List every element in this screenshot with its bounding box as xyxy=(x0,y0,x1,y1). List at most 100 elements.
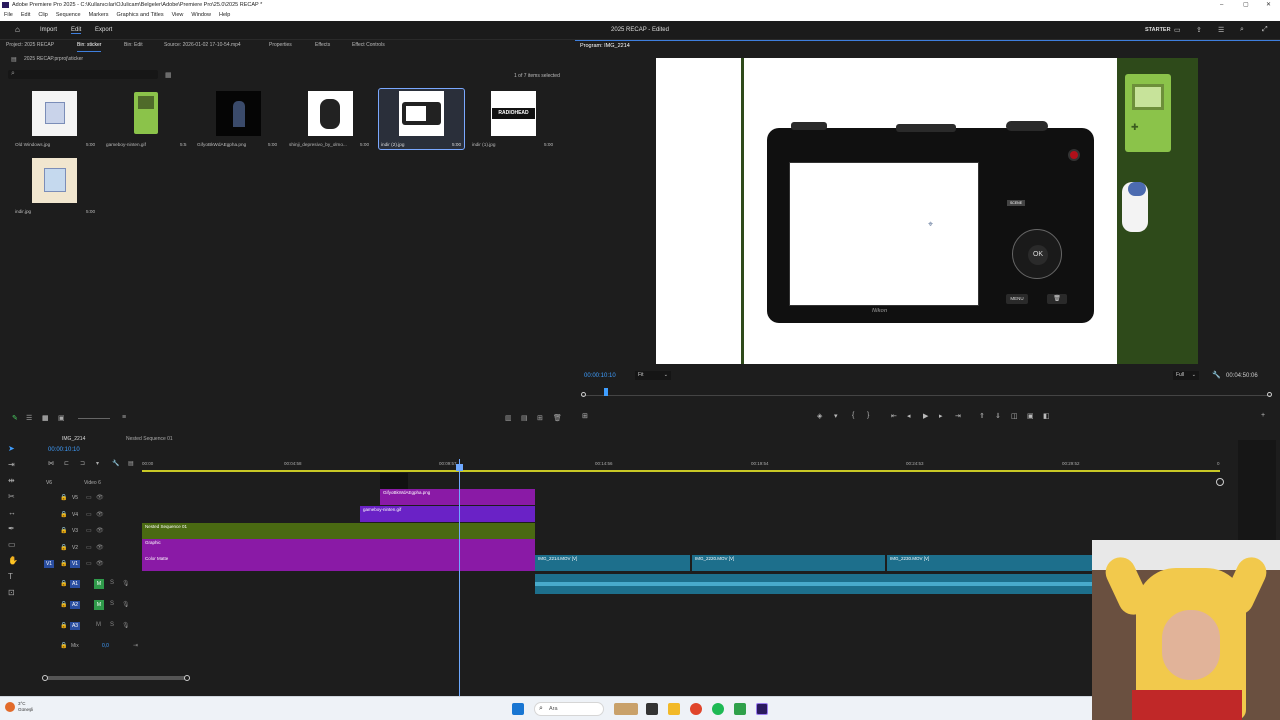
export-frame-icon[interactable]: ◫ xyxy=(1011,412,1018,420)
add-marker-icon[interactable]: ▾ xyxy=(96,460,99,467)
pen-tool-icon[interactable]: ✒ xyxy=(8,524,15,533)
lock-icon[interactable]: 🔒 xyxy=(60,511,67,518)
wrench-icon[interactable]: 🔧 xyxy=(1212,371,1221,379)
menu-view[interactable]: View xyxy=(172,10,184,21)
pencil-icon[interactable]: ✎ xyxy=(12,414,18,422)
mute-button[interactable]: M xyxy=(94,600,104,610)
sync-icon[interactable]: ▭ xyxy=(86,527,92,534)
lock-icon[interactable]: 🔒 xyxy=(60,601,67,608)
play-icon[interactable]: ▶ xyxy=(923,412,928,420)
eye-icon[interactable]: 👁 xyxy=(96,511,104,518)
close-icon[interactable]: ✕ xyxy=(1266,0,1271,10)
bin-search-input[interactable]: ⌕ xyxy=(8,70,158,79)
type-tool-icon[interactable]: T xyxy=(8,572,13,581)
go-to-in-icon[interactable]: ⇤ xyxy=(891,412,897,420)
track-id[interactable]: V1 xyxy=(70,560,80,568)
new-bin-icon[interactable]: ▤ xyxy=(521,414,528,422)
tab-bin-edit[interactable]: Bin: Edit xyxy=(124,40,143,51)
out-handle[interactable] xyxy=(1267,392,1272,397)
sync-icon[interactable]: ▭ xyxy=(86,544,92,551)
mic-icon[interactable]: 🎙 xyxy=(122,580,130,587)
thumb-shinji[interactable] xyxy=(308,91,353,136)
settings-icon[interactable]: 🔧 xyxy=(112,460,119,467)
clip-color-matte[interactable]: Color Matte xyxy=(142,555,535,571)
tab-effects[interactable]: Effects xyxy=(315,40,330,51)
layout-icon[interactable]: ▭ xyxy=(1174,26,1181,34)
scroll-end-handle[interactable] xyxy=(184,675,190,681)
clip-img2230[interactable]: IMG_2230.MOV [V] xyxy=(887,555,1092,571)
trash-icon[interactable]: 🗑 xyxy=(553,414,562,422)
lock-icon[interactable]: 🔒 xyxy=(60,494,67,501)
freeform-view-icon[interactable]: ▣ xyxy=(58,414,65,422)
lock-icon[interactable]: 🔒 xyxy=(60,560,67,567)
track-select-icon[interactable]: ⇥ xyxy=(8,460,15,469)
tab-properties[interactable]: Properties xyxy=(269,40,292,51)
icon-view-icon[interactable]: ▦ xyxy=(42,414,49,422)
automate-icon[interactable]: ▥ xyxy=(505,414,512,422)
spotify-icon[interactable] xyxy=(712,703,724,715)
weather-widget[interactable]: 3°C Güneşli xyxy=(18,701,33,713)
solo-icon[interactable]: S xyxy=(110,601,114,607)
menu-edit[interactable]: Edit xyxy=(21,10,30,21)
lock-icon[interactable]: 🔒 xyxy=(60,622,67,629)
eye-icon[interactable]: 👁 xyxy=(96,544,104,551)
marker-icon[interactable]: ◈ xyxy=(817,412,822,420)
captions-icon[interactable]: ▤ xyxy=(128,460,134,467)
clip-nested-sequence[interactable]: Nested Sequence 01 xyxy=(142,523,535,539)
timeline-timecode[interactable]: 00:00:10:10 xyxy=(48,447,80,453)
go-to-out-icon[interactable]: ⇥ xyxy=(955,412,961,420)
end-icon[interactable]: ⇥ xyxy=(133,642,138,649)
rectangle-tool-icon[interactable]: ▭ xyxy=(8,540,16,549)
program-timecode[interactable]: 00:00:10:10 xyxy=(584,373,616,379)
slip-tool-icon[interactable]: ↔ xyxy=(8,508,16,517)
hand-tool-icon[interactable]: ✋ xyxy=(8,556,18,565)
mute-icon[interactable]: M xyxy=(96,622,101,628)
new-item-icon[interactable]: ⊞ xyxy=(537,414,543,422)
clip-gify[interactable]: GifyoBkWdAEgpha.png xyxy=(380,489,535,505)
video-frame[interactable]: ✚ ⌖ SCENE OK MENU 🗑 Nikon xyxy=(656,58,1198,364)
eye-icon[interactable]: 👁 xyxy=(96,560,104,567)
clip-img2214[interactable]: IMG_2214.MOV [V] xyxy=(535,555,690,571)
razor-icon[interactable]: ✂ xyxy=(8,492,15,501)
menu-file[interactable]: File xyxy=(4,10,13,21)
mic-icon[interactable]: 🎙 xyxy=(122,601,130,608)
list-view-icon[interactable]: ☰ xyxy=(26,414,32,422)
mix-value[interactable]: 0,0 xyxy=(102,643,109,649)
tab-effect-controls[interactable]: Effect Controls xyxy=(352,40,385,51)
mic-icon[interactable]: 🎙 xyxy=(122,622,130,629)
file-explorer-icon[interactable] xyxy=(668,703,680,715)
sync-icon[interactable]: ▭ xyxy=(86,511,92,518)
in-handle[interactable] xyxy=(581,392,586,397)
vertical-zoom-handle[interactable] xyxy=(1216,478,1224,486)
solo-icon[interactable]: S xyxy=(110,622,114,628)
timeline-scrollbar[interactable] xyxy=(42,675,190,681)
eye-icon[interactable]: 👁 xyxy=(96,527,104,534)
source-patch[interactable]: V1 xyxy=(44,560,54,568)
minimize-icon[interactable]: – xyxy=(1220,0,1223,10)
tab-sequence-img2214[interactable]: IMG_2214 xyxy=(62,436,85,442)
clip-img2220[interactable]: IMG_2220.MOV [V] xyxy=(692,555,885,571)
tab-source[interactable]: Source: 2026-01-02 17-10-54.mp4 xyxy=(164,40,241,51)
thumb-indir[interactable] xyxy=(32,158,77,203)
sync-icon[interactable]: ▭ xyxy=(86,494,92,501)
menu-sequence[interactable]: Sequence xyxy=(56,10,81,21)
playhead-handle[interactable] xyxy=(456,464,463,471)
fullscreen-icon[interactable]: ⤢ xyxy=(1262,26,1268,34)
mark-out-icon[interactable]: } xyxy=(867,412,869,419)
app-icon[interactable] xyxy=(734,703,746,715)
step-forward-icon[interactable]: ▸ xyxy=(939,412,943,420)
clip-graphic[interactable]: Graphic xyxy=(142,539,535,555)
menu-clip[interactable]: Clip xyxy=(38,10,47,21)
timeline-ruler[interactable]: 00:00 00:04:58 00:09:57 00:14:56 00:19:5… xyxy=(142,459,1220,475)
start-icon[interactable] xyxy=(512,703,524,715)
sort-icon[interactable]: ≡ xyxy=(122,414,126,421)
add-button-icon[interactable]: + xyxy=(1261,412,1265,419)
lock-icon[interactable]: 🔒 xyxy=(60,580,67,587)
scroll-start-handle[interactable] xyxy=(42,675,48,681)
menu-help[interactable]: Help xyxy=(219,10,230,21)
sync-icon[interactable]: ▭ xyxy=(86,560,92,567)
menu-graphics[interactable]: Graphics and Titles xyxy=(117,10,164,21)
eye-icon[interactable]: 👁 xyxy=(96,494,104,501)
snap-icon[interactable]: ⋈ xyxy=(48,460,54,467)
thumb-radiohead[interactable]: RADIOHEAD xyxy=(491,91,536,136)
